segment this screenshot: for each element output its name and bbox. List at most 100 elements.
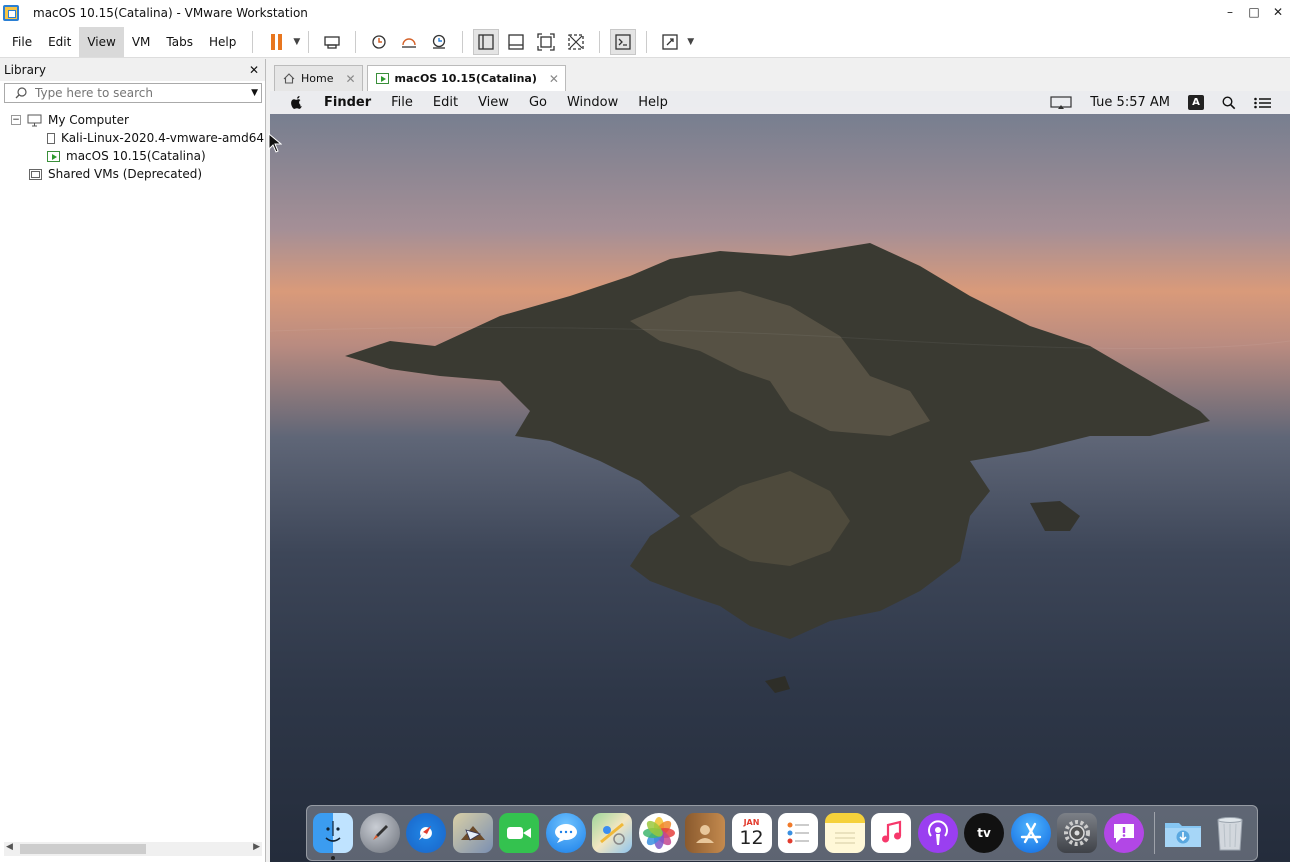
photos-icon[interactable]	[638, 813, 679, 853]
vm-tree: − My Computer Kali-Linux-2020.4-vmware-a…	[0, 111, 264, 183]
messages-icon[interactable]	[545, 813, 586, 853]
tree-node-vm[interactable]: macOS 10.15(Catalina)	[0, 147, 264, 165]
display-mirroring-icon[interactable]	[1050, 95, 1072, 110]
reminders-icon[interactable]	[778, 813, 818, 853]
calendar-day: 12	[739, 826, 764, 849]
maximize-button[interactable]: □	[1242, 0, 1266, 24]
menu-help[interactable]: Help	[201, 27, 244, 57]
search-icon	[15, 87, 27, 99]
tree-node-my-computer[interactable]: − My Computer	[0, 111, 264, 129]
pause-icon	[270, 33, 282, 50]
collapse-icon[interactable]: −	[11, 115, 21, 125]
feedback-assistant-icon[interactable]	[1103, 813, 1144, 853]
minimize-button[interactable]: –	[1218, 0, 1242, 24]
console-view-button[interactable]	[610, 28, 637, 55]
scroll-left-icon[interactable]: ◀	[6, 842, 13, 852]
dock-separator	[1154, 812, 1155, 854]
snapshot-manager-icon	[433, 34, 446, 49]
notes-icon[interactable]	[824, 813, 865, 853]
computer-icon	[27, 114, 42, 126]
vm-icon	[47, 132, 56, 144]
guest-menu-file[interactable]: File	[391, 95, 413, 110]
show-thumbnail-bar-button[interactable]	[503, 29, 529, 55]
unity-icon	[568, 33, 584, 50]
toolbar-separator	[252, 30, 254, 53]
tab-home[interactable]: Home ✕	[274, 65, 363, 91]
snapshot-icon	[372, 34, 386, 49]
guest-menu-go[interactable]: Go	[529, 95, 547, 110]
revert-snapshot-button[interactable]	[396, 29, 422, 55]
guest-clock[interactable]: Tue 5:57 AM	[1090, 95, 1170, 110]
send-ctrl-alt-del-button[interactable]	[319, 29, 345, 55]
music-icon[interactable]	[871, 813, 911, 853]
calendar-icon[interactable]: JAN 12	[731, 813, 772, 853]
menu-toolbar: File Edit View VM Tabs Help ▼ ▼	[0, 26, 1290, 58]
tab-close-icon[interactable]: ✕	[549, 72, 559, 86]
guest-menu-view[interactable]: View	[478, 95, 509, 110]
library-close-button[interactable]: ✕	[249, 63, 259, 77]
power-dropdown-icon[interactable]: ▼	[293, 37, 300, 47]
tree-label: My Computer	[48, 113, 129, 127]
guest-dock: JAN 12 tv	[306, 805, 1258, 861]
mail-icon[interactable]	[452, 813, 493, 853]
launchpad-icon[interactable]	[359, 813, 400, 853]
calendar-month: JAN	[743, 817, 760, 827]
library-title: Library	[0, 59, 265, 81]
notification-center-icon[interactable]	[1254, 97, 1272, 109]
podcasts-icon[interactable]	[917, 813, 958, 853]
spotlight-search-icon[interactable]	[1222, 95, 1236, 110]
input-source-icon[interactable]: A	[1188, 95, 1204, 110]
tree-node-shared-vms[interactable]: Shared VMs (Deprecated)	[0, 165, 264, 183]
downloads-folder-icon[interactable]	[1163, 813, 1203, 853]
apple-logo-icon[interactable]	[290, 95, 304, 111]
take-snapshot-button[interactable]	[366, 29, 392, 55]
finder-icon[interactable]	[313, 813, 353, 860]
guest-menu-edit[interactable]: Edit	[433, 95, 458, 110]
vm-console[interactable]: Finder File Edit View Go Window Help Tue…	[270, 91, 1290, 862]
app-store-icon[interactable]	[1010, 813, 1051, 853]
scrollbar-thumb[interactable]	[20, 844, 146, 854]
guest-menu-finder[interactable]: Finder	[324, 95, 371, 110]
menu-vm[interactable]: VM	[124, 27, 159, 57]
home-icon	[283, 73, 295, 84]
keyboard-icon	[324, 35, 340, 49]
revert-icon	[402, 37, 417, 48]
trash-icon[interactable]	[1210, 813, 1250, 853]
menu-view[interactable]: View	[79, 26, 124, 57]
safari-icon[interactable]	[406, 813, 446, 853]
tree-label: Shared VMs (Deprecated)	[48, 167, 203, 181]
stretch-guest-button[interactable]	[657, 29, 683, 55]
snapshot-manager-button[interactable]	[426, 29, 452, 55]
full-screen-button[interactable]	[533, 29, 559, 55]
show-library-button[interactable]	[473, 28, 500, 55]
menu-tabs[interactable]: Tabs	[158, 27, 201, 57]
running-indicator	[331, 856, 335, 860]
guest-menu-bar: Finder File Edit View Go Window Help Tue…	[270, 91, 1290, 114]
vm-running-icon	[47, 150, 60, 162]
unity-button[interactable]	[563, 29, 589, 55]
menu-file[interactable]: File	[4, 27, 40, 57]
library-search[interactable]: ▼	[4, 83, 262, 103]
system-preferences-icon[interactable]	[1057, 813, 1097, 853]
search-dropdown-icon[interactable]: ▼	[251, 88, 258, 98]
apple-tv-icon[interactable]: tv	[964, 813, 1004, 853]
library-panel: Library ✕ ▼ − My Computer Kali-Linux-202…	[0, 59, 266, 862]
library-search-input[interactable]	[35, 86, 245, 100]
facetime-icon[interactable]	[499, 813, 539, 853]
suspend-button[interactable]	[263, 29, 289, 55]
maps-icon[interactable]	[592, 813, 632, 853]
tab-label: macOS 10.15(Catalina)	[394, 72, 537, 85]
close-button[interactable]: ✕	[1266, 0, 1290, 24]
tab-close-icon[interactable]: ✕	[345, 72, 355, 86]
guest-menu-help[interactable]: Help	[638, 95, 668, 110]
scroll-right-icon[interactable]: ▶	[253, 842, 260, 852]
guest-menu-window[interactable]: Window	[567, 95, 618, 110]
library-horizontal-scrollbar[interactable]: ◀ ▶	[4, 842, 262, 856]
menu-edit[interactable]: Edit	[40, 27, 79, 57]
stretch-dropdown-icon[interactable]: ▼	[687, 37, 694, 47]
tab-macos[interactable]: macOS 10.15(Catalina) ✕	[366, 65, 566, 91]
window-title: macOS 10.15(Catalina) - VMware Workstati…	[33, 6, 308, 20]
contacts-icon[interactable]	[685, 813, 725, 853]
mouse-cursor-icon	[268, 133, 282, 153]
tree-node-vm[interactable]: Kali-Linux-2020.4-vmware-amd64	[0, 129, 264, 147]
